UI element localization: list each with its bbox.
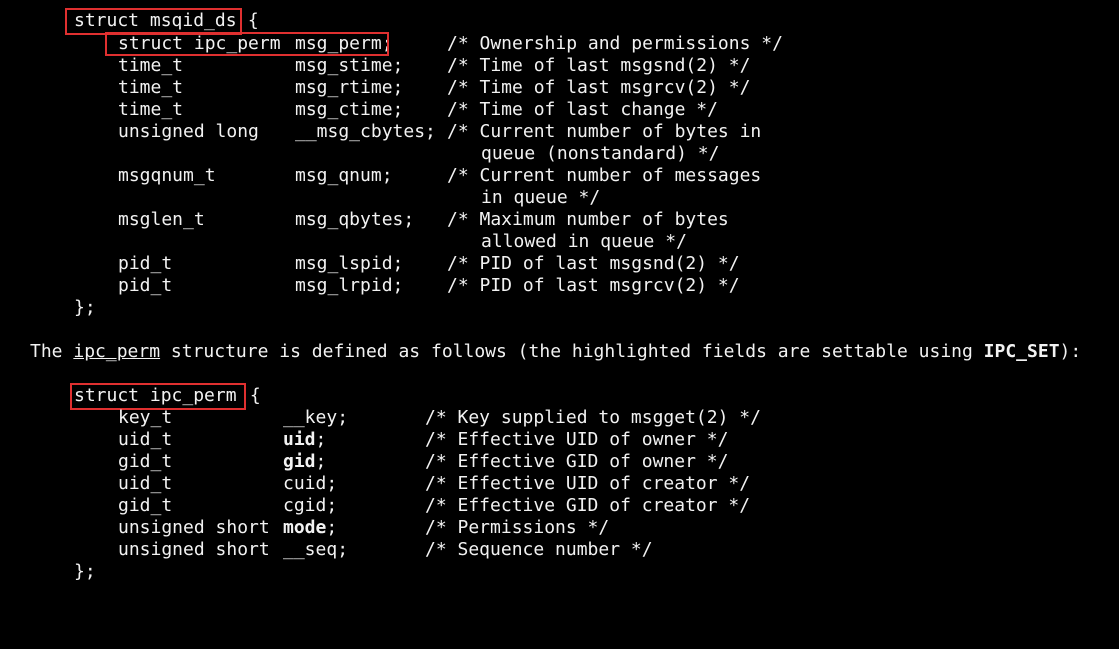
field-type: msgqnum_t <box>118 165 216 186</box>
field-comment: /* Permissions */ <box>425 517 610 538</box>
field-type: gid_t <box>118 451 173 472</box>
field-name-text: __seq <box>283 539 338 560</box>
field-comment: /* Effective GID of owner */ <box>425 451 729 472</box>
field-type: pid_t <box>118 253 173 274</box>
field-name: cuid; <box>283 473 337 495</box>
field-comment: /* Effective UID of owner */ <box>425 429 729 450</box>
field-comment-continued: queue (nonstandard) */ <box>481 143 720 164</box>
field-type: pid_t <box>118 275 173 296</box>
field-name: msg_lspid; <box>295 253 404 274</box>
msqid-ds-field-row: msgqnum_t msg_qnum; /* Current number of… <box>0 165 761 187</box>
field-semicolon: ; <box>326 495 338 516</box>
field-comment: /* Ownership and permissions */ <box>447 33 783 54</box>
msqid-ds-header-line: struct msqid_ds { <box>0 10 259 32</box>
field-semicolon: ; <box>337 539 349 560</box>
field-name: __seq; <box>283 539 348 561</box>
field-comment-continued: allowed in queue */ <box>481 231 687 252</box>
ipc-perm-field-row: unsigned short __seq; /* Sequence number… <box>0 539 653 561</box>
ipc-perm-header-line: struct ipc_perm { <box>0 385 261 407</box>
field-type: unsigned short <box>118 539 270 560</box>
field-name: cgid; <box>283 495 337 517</box>
field-comment: /* Maximum number of bytes <box>447 209 729 230</box>
field-comment: /* Key supplied to msgget(2) */ <box>425 407 761 428</box>
highlight-box-msg-perm <box>105 32 389 56</box>
field-type: time_t <box>118 55 184 76</box>
field-name: msg_ctime; <box>295 99 404 120</box>
field-comment-continued: in queue */ <box>481 187 601 208</box>
field-type: unsigned long <box>118 121 259 142</box>
prose-part3: ): <box>1059 341 1082 362</box>
field-name: __key; <box>283 407 348 429</box>
field-name: msg_stime; <box>295 55 404 76</box>
field-name-text: cuid <box>283 473 327 494</box>
field-comment: /* Current number of messages <box>447 165 762 186</box>
field-semicolon: ; <box>326 473 338 494</box>
ipc-perm-close-line: }; <box>0 561 96 583</box>
msqid-ds-comment-continuation: allowed in queue */ <box>0 231 687 253</box>
msqid-ds-close-line: }; <box>0 297 96 319</box>
field-semicolon: ; <box>315 429 327 450</box>
msqid-ds-comment-continuation: in queue */ <box>0 187 600 209</box>
field-comment: /* Sequence number */ <box>425 539 653 560</box>
terminal-view: struct msqid_ds { struct ipc_perm msg_pe… <box>0 0 1119 601</box>
field-type: key_t <box>118 407 173 428</box>
field-name: gid; <box>283 451 326 473</box>
field-name: msg_qbytes; <box>295 209 415 230</box>
msqid-ds-field-row: pid_t msg_lrpid; /* PID of last msgrcv(2… <box>0 275 740 297</box>
field-name: msg_lrpid; <box>295 275 404 296</box>
prose-line: The ipc_perm structure is defined as fol… <box>0 341 1081 363</box>
msqid-ds-field-row: time_t msg_rtime; /* Time of last msgrcv… <box>0 77 750 99</box>
ipc-perm-field-row: unsigned short mode; /* Permissions */ <box>0 517 609 539</box>
ipc-perm-link[interactable]: ipc_perm <box>73 341 160 362</box>
ipc-perm-field-row: uid_t cuid; /* Effective UID of creator … <box>0 473 750 495</box>
field-comment: /* Effective UID of creator */ <box>425 473 751 494</box>
field-comment: /* Effective GID of creator */ <box>425 495 751 516</box>
field-semicolon: ; <box>337 407 349 428</box>
field-comment: /* Time of last msgsnd(2) */ <box>447 55 751 76</box>
ipc-set-keyword: IPC_SET <box>983 341 1060 362</box>
field-name: msg_qnum; <box>295 165 393 186</box>
field-comment: /* Current number of bytes in <box>447 121 762 142</box>
ipc-perm-field-row: uid_t uid; /* Effective UID of owner */ <box>0 429 728 451</box>
field-type: uid_t <box>118 473 173 494</box>
field-name: mode; <box>283 517 337 539</box>
field-comment: /* PID of last msgrcv(2) */ <box>447 275 740 296</box>
prose-part1: The <box>30 341 74 362</box>
ipc-perm-close-brace: }; <box>74 561 96 582</box>
highlight-box-ipc-perm <box>70 383 246 410</box>
field-semicolon: ; <box>315 451 327 472</box>
field-name-text: gid <box>283 451 316 472</box>
msqid-ds-close-brace: }; <box>74 297 96 318</box>
msqid-ds-field-row: unsigned long __msg_cbytes; /* Current n… <box>0 121 761 143</box>
field-type: gid_t <box>118 495 173 516</box>
msqid-ds-field-row: msglen_t msg_qbytes; /* Maximum number o… <box>0 209 729 231</box>
field-name-text: uid <box>283 429 316 450</box>
field-type: time_t <box>118 99 184 120</box>
msqid-ds-comment-continuation: queue (nonstandard) */ <box>0 143 719 165</box>
field-name-text: __key <box>283 407 338 428</box>
field-type: msglen_t <box>118 209 205 230</box>
field-name-text: cgid <box>283 495 327 516</box>
field-type: time_t <box>118 77 184 98</box>
field-semicolon: ; <box>326 517 338 538</box>
ipc-perm-field-row: gid_t gid; /* Effective GID of owner */ <box>0 451 728 473</box>
field-type: uid_t <box>118 429 173 450</box>
ipc-perm-field-row: key_t __key; /* Key supplied to msgget(2… <box>0 407 761 429</box>
prose-text: The ipc_perm structure is defined as fol… <box>30 341 1081 363</box>
field-comment: /* Time of last msgrcv(2) */ <box>447 77 751 98</box>
field-name: uid; <box>283 429 326 451</box>
field-name: msg_rtime; <box>295 77 404 98</box>
msqid-ds-field-row: struct ipc_perm msg_perm; /* Ownership a… <box>0 33 783 55</box>
ipc-perm-field-row: gid_t cgid; /* Effective GID of creator … <box>0 495 750 517</box>
msqid-ds-field-row: pid_t msg_lspid; /* PID of last msgsnd(2… <box>0 253 740 275</box>
field-type: unsigned short <box>118 517 270 538</box>
field-name-text: mode <box>283 517 327 538</box>
field-comment: /* Time of last change */ <box>447 99 718 120</box>
field-name: __msg_cbytes; <box>295 121 436 142</box>
msqid-ds-field-row: time_t msg_ctime; /* Time of last change… <box>0 99 718 121</box>
field-comment: /* PID of last msgsnd(2) */ <box>447 253 740 274</box>
highlight-box-msqid-ds <box>65 8 242 35</box>
msqid-ds-field-row: time_t msg_stime; /* Time of last msgsnd… <box>0 55 750 77</box>
prose-part2: structure is defined as follows (the hig… <box>160 341 984 362</box>
